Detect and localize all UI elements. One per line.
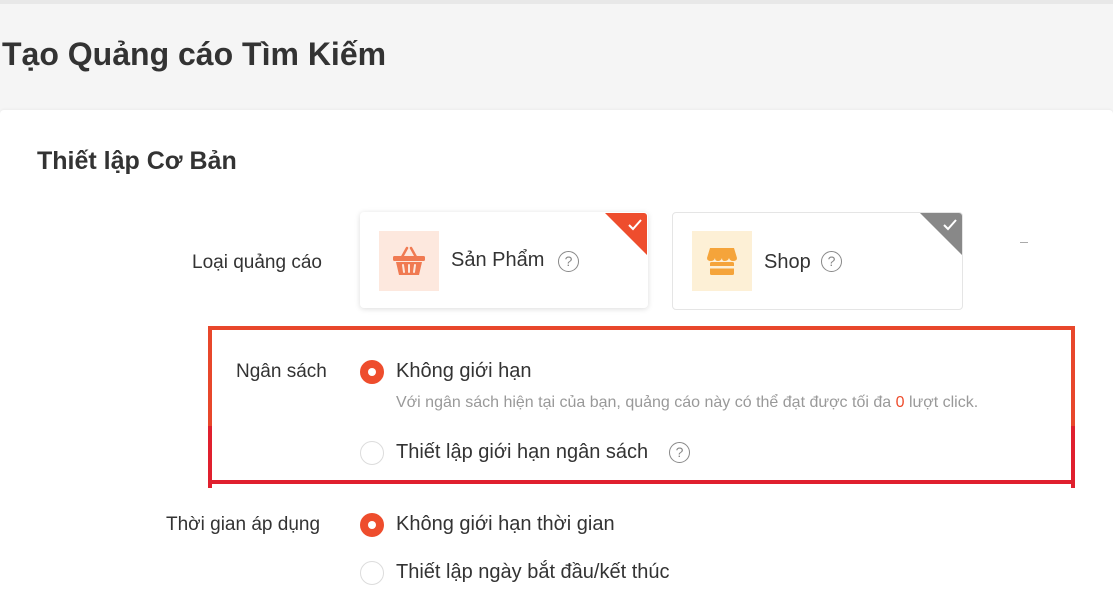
help-icon[interactable]: ? bbox=[558, 251, 579, 272]
duration-unlimited-radio[interactable] bbox=[360, 513, 384, 537]
budget-hint: Với ngân sách hiện tại của bạn, quảng cá… bbox=[396, 394, 978, 412]
duration-range-radio[interactable] bbox=[360, 561, 384, 585]
check-icon bbox=[628, 219, 642, 231]
help-icon[interactable]: ? bbox=[669, 442, 690, 463]
budget-label: Ngân sách bbox=[236, 361, 327, 382]
budget-hint-suffix: lượt click. bbox=[908, 394, 979, 411]
top-divider bbox=[0, 0, 1113, 4]
check-icon bbox=[943, 219, 957, 231]
budget-hint-value: 0 bbox=[895, 394, 905, 411]
ad-type-shop-card[interactable]: Shop ? bbox=[672, 212, 963, 310]
duration-label: Thời gian áp dụng bbox=[166, 514, 321, 535]
budget-limit-label[interactable]: Thiết lập giới hạn ngân sách bbox=[396, 441, 648, 464]
duration-range-label[interactable]: Thiết lập ngày bắt đầu/kết thúc bbox=[396, 561, 670, 584]
ad-type-product-name: Sản Phẩm bbox=[451, 249, 545, 271]
page-title: Tạo Quảng cáo Tìm Kiếm bbox=[2, 36, 387, 72]
ad-type-product-card[interactable]: Sản Phẩm ? bbox=[360, 212, 648, 308]
budget-limit-radio[interactable] bbox=[360, 441, 384, 465]
budget-hint-prefix: Với ngân sách hiện tại của bạn, quảng cá… bbox=[396, 394, 892, 411]
section-title: Thiết lập Cơ Bản bbox=[37, 147, 237, 175]
decorative-dash bbox=[1020, 242, 1028, 243]
ad-type-label: Loại quảng cáo bbox=[192, 252, 322, 273]
budget-unlimited-radio[interactable] bbox=[360, 360, 384, 384]
shop-icon bbox=[692, 231, 752, 291]
ad-type-shop-name: Shop bbox=[764, 251, 811, 273]
help-icon[interactable]: ? bbox=[821, 251, 842, 272]
budget-unlimited-label[interactable]: Không giới hạn bbox=[396, 360, 531, 383]
duration-unlimited-label[interactable]: Không giới hạn thời gian bbox=[396, 513, 615, 536]
basket-icon bbox=[379, 231, 439, 291]
